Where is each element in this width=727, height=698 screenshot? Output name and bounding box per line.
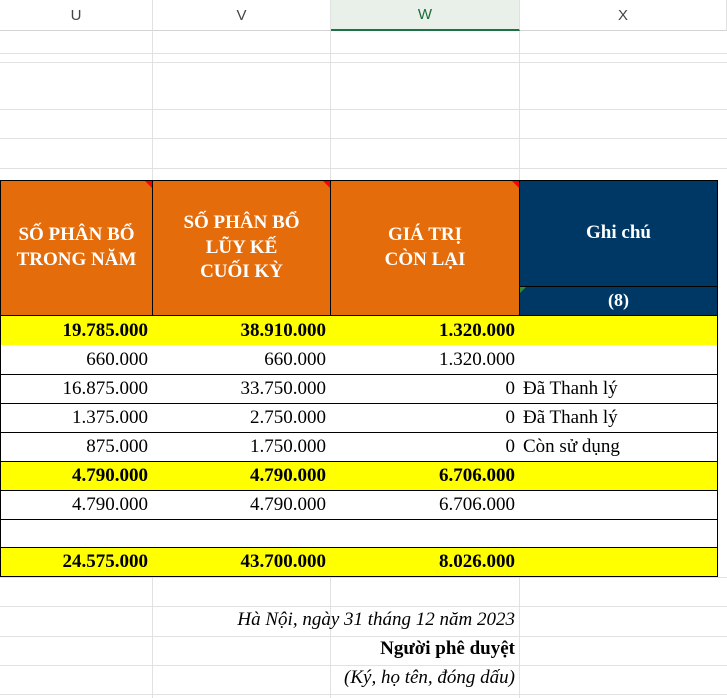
cell-phan-bo-luy-ke[interactable]: 660.000 bbox=[152, 345, 331, 375]
cell-gia-tri-con-lai[interactable]: 0 bbox=[330, 404, 520, 433]
header-phan-bo-trong-nam[interactable]: SỐ PHÂN BỔ TRONG NĂM bbox=[0, 180, 153, 316]
cell-phan-bo-trong-nam[interactable]: 4.790.000 bbox=[0, 462, 153, 491]
cell-phan-bo-trong-nam[interactable]: 660.000 bbox=[0, 345, 153, 375]
cell-phan-bo-luy-ke[interactable] bbox=[152, 520, 331, 548]
cell-ghi-chu[interactable]: Đã Thanh lý bbox=[519, 375, 718, 404]
cell-phan-bo-luy-ke[interactable]: 4.790.000 bbox=[152, 462, 331, 491]
error-indicator bbox=[520, 287, 526, 293]
header-w-line1: GIÁ TRỊ bbox=[387, 224, 463, 246]
cell-gia-tri-con-lai[interactable] bbox=[330, 520, 520, 548]
cell-phan-bo-luy-ke[interactable]: 33.750.000 bbox=[152, 375, 331, 404]
header-phan-bo-luy-ke[interactable]: SỐ PHÂN BỔ LŨY KẾ CUỐI KỲ bbox=[152, 180, 331, 316]
cell-gia-tri-con-lai[interactable]: 6.706.000 bbox=[330, 462, 520, 491]
column-header-x[interactable]: X bbox=[520, 0, 727, 31]
cell-phan-bo-luy-ke[interactable]: 2.750.000 bbox=[152, 404, 331, 433]
cell-phan-bo-luy-ke[interactable]: 43.700.000 bbox=[152, 548, 331, 577]
header-v-line3: CUỐI KỲ bbox=[200, 261, 283, 283]
header-w-line2: CÒN LẠI bbox=[384, 249, 466, 270]
spreadsheet: U V W X SỐ PHÂN BỔ TRONG NĂM SỐ PHÂN BỔ … bbox=[0, 0, 727, 698]
cell-gia-tri-con-lai[interactable]: 0 bbox=[330, 433, 520, 462]
header-v-line1: SỐ PHÂN BỔ bbox=[183, 211, 300, 233]
column-header-u[interactable]: U bbox=[0, 0, 153, 31]
cell-ghi-chu[interactable] bbox=[519, 520, 718, 548]
header-v-line2: LŨY KẾ bbox=[205, 236, 278, 258]
cell-phan-bo-trong-nam[interactable]: 16.875.000 bbox=[0, 375, 153, 404]
cell-gia-tri-con-lai[interactable]: 0 bbox=[330, 375, 520, 404]
cell-ghi-chu[interactable] bbox=[519, 462, 718, 491]
comment-indicator bbox=[323, 181, 330, 188]
cell-phan-bo-luy-ke[interactable]: 1.750.000 bbox=[152, 433, 331, 462]
header-x-index: (8) bbox=[608, 290, 629, 311]
cell-ghi-chu[interactable] bbox=[519, 491, 718, 520]
cell-phan-bo-trong-nam[interactable]: 1.375.000 bbox=[0, 404, 153, 433]
cell-ghi-chu[interactable] bbox=[519, 316, 718, 346]
cell-phan-bo-trong-nam[interactable]: 875.000 bbox=[0, 433, 153, 462]
header-u-line1: SỐ PHÂN BỔ bbox=[18, 224, 135, 246]
cell-gia-tri-con-lai[interactable]: 1.320.000 bbox=[330, 345, 520, 375]
cell-gia-tri-con-lai[interactable]: 8.026.000 bbox=[330, 548, 520, 577]
sign-note: (Ký, họ tên, đóng dấu) bbox=[344, 667, 515, 688]
approver-title: Người phê duyệt bbox=[380, 638, 515, 659]
cell-ghi-chu[interactable] bbox=[519, 345, 718, 375]
comment-indicator bbox=[145, 181, 152, 188]
cell-phan-bo-trong-nam[interactable] bbox=[0, 520, 153, 548]
place-date: Hà Nội, ngày 31 tháng 12 năm 2023 bbox=[237, 609, 515, 630]
cell-ghi-chu[interactable]: Đã Thanh lý bbox=[519, 404, 718, 433]
header-x-label: Ghi chú bbox=[586, 222, 651, 244]
column-header-w[interactable]: W bbox=[331, 0, 520, 31]
header-gia-tri-con-lai[interactable]: GIÁ TRỊ CÒN LẠI bbox=[330, 180, 520, 316]
header-ghi-chu[interactable]: Ghi chú bbox=[519, 180, 718, 287]
column-header-v[interactable]: V bbox=[153, 0, 331, 31]
cell-phan-bo-luy-ke[interactable]: 4.790.000 bbox=[152, 491, 331, 520]
cell-phan-bo-trong-nam[interactable]: 19.785.000 bbox=[0, 316, 153, 346]
cell-ghi-chu[interactable] bbox=[519, 548, 718, 577]
comment-indicator bbox=[512, 181, 519, 188]
header-ghi-chu-index[interactable]: (8) bbox=[519, 286, 718, 316]
cell-ghi-chu[interactable]: Còn sử dụng bbox=[519, 433, 718, 462]
header-u-line2: TRONG NĂM bbox=[16, 249, 137, 270]
cell-phan-bo-trong-nam[interactable]: 24.575.000 bbox=[0, 548, 153, 577]
cell-gia-tri-con-lai[interactable]: 6.706.000 bbox=[330, 491, 520, 520]
cell-phan-bo-luy-ke[interactable]: 38.910.000 bbox=[152, 316, 331, 346]
cell-phan-bo-trong-nam[interactable]: 4.790.000 bbox=[0, 491, 153, 520]
cell-gia-tri-con-lai[interactable]: 1.320.000 bbox=[330, 316, 520, 346]
